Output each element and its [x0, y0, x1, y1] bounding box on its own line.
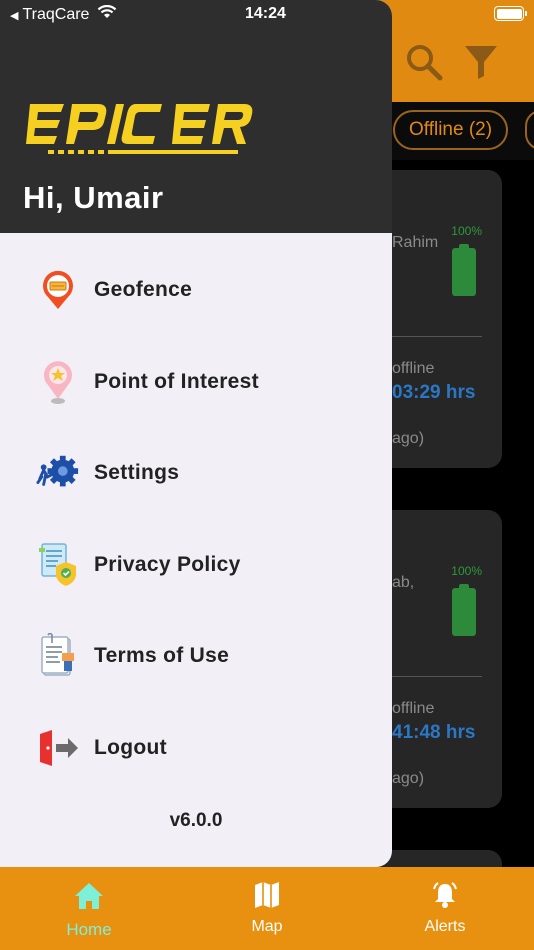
menu-label: Terms of Use — [94, 644, 230, 667]
app-version: v6.0.0 — [169, 810, 223, 831]
menu-label: Point of Interest — [94, 370, 259, 393]
menu-label: Logout — [94, 736, 167, 759]
status-bar: ◀ TraqCare 14:24 — [0, 0, 534, 28]
settings-gear-icon — [36, 447, 80, 499]
filter-chip-offline[interactable]: Offline (2) — [393, 110, 509, 150]
battery-percent: 100% — [451, 224, 482, 238]
clock: 14:24 — [245, 5, 286, 22]
nav-label: Alerts — [424, 918, 466, 935]
terms-document-icon — [36, 630, 80, 682]
privacy-shield-icon — [36, 539, 80, 591]
filter-icon[interactable] — [462, 42, 502, 82]
card-divider — [392, 676, 482, 677]
filter-chip-next[interactable] — [525, 110, 534, 150]
battery-icon — [452, 244, 476, 296]
menu-item-logout[interactable]: Logout — [0, 713, 392, 783]
nav-map[interactable]: Map — [178, 867, 356, 950]
home-icon — [73, 881, 105, 916]
nav-label: Home — [66, 920, 112, 939]
battery-status-icon — [494, 6, 527, 21]
card-duration: 03:29 hrs — [392, 382, 476, 403]
logout-icon — [36, 722, 80, 774]
back-arrow-icon: ◀ — [10, 9, 19, 22]
epic-era-logo — [24, 100, 264, 165]
nav-alerts[interactable]: Alerts — [356, 867, 534, 950]
back-to-app[interactable]: ◀ TraqCare — [10, 4, 117, 25]
menu-item-settings[interactable]: Settings — [0, 438, 392, 508]
card-duration: 41:48 hrs — [392, 722, 476, 743]
menu-item-point-of-interest[interactable]: Point of Interest — [0, 347, 392, 417]
battery-icon — [452, 584, 476, 636]
card-ago: ago) — [392, 430, 425, 447]
back-app-name: TraqCare — [22, 6, 90, 23]
menu-label: Geofence — [94, 278, 193, 301]
navigation-drawer: Hi, Umair Geofence Point of Interest Set… — [0, 0, 392, 867]
card-status: offline — [392, 360, 435, 377]
map-icon — [253, 881, 281, 914]
poi-pin-icon — [36, 356, 80, 408]
bell-icon — [430, 881, 460, 914]
card-status: offline — [392, 700, 435, 717]
battery-percent: 100% — [451, 564, 482, 578]
nav-home[interactable]: Home — [0, 867, 178, 950]
bottom-navigation: Home Map Alerts — [0, 867, 534, 950]
card-address: ab, — [392, 574, 415, 591]
card-divider — [392, 336, 482, 337]
menu-label: Settings — [94, 461, 180, 484]
card-ago: ago) — [392, 770, 425, 787]
menu-item-privacy-policy[interactable]: Privacy Policy — [0, 530, 392, 600]
geofence-icon — [36, 264, 80, 316]
search-icon[interactable] — [404, 42, 444, 82]
wifi-icon — [97, 4, 117, 25]
menu-item-geofence[interactable]: Geofence — [0, 255, 392, 325]
drawer-header: Hi, Umair — [0, 0, 392, 233]
menu-label: Privacy Policy — [94, 553, 241, 576]
greeting-text: Hi, Umair — [23, 180, 164, 215]
card-address: Rahim — [392, 234, 439, 251]
nav-label: Map — [251, 918, 283, 935]
menu-item-terms-of-use[interactable]: Terms of Use — [0, 621, 392, 691]
